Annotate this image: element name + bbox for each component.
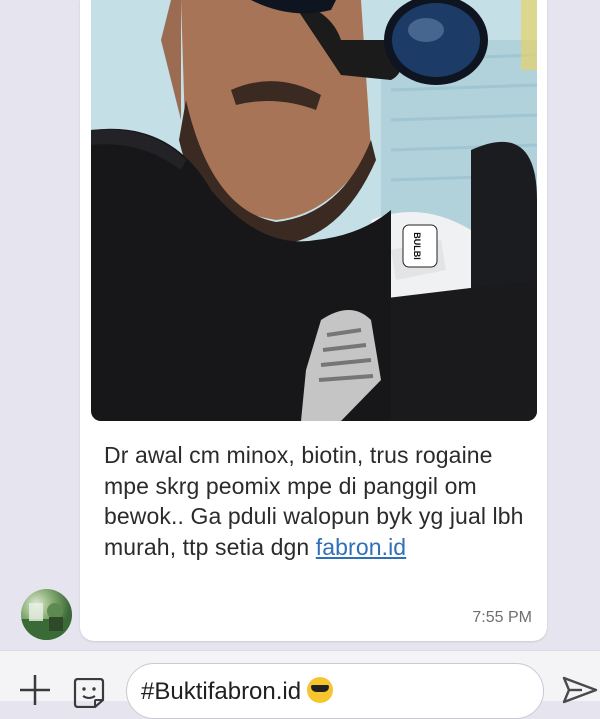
avatar-image xyxy=(21,603,72,640)
message-link[interactable]: fabron.id xyxy=(316,534,406,560)
photo-badge: BULBI xyxy=(402,224,438,268)
plus-icon[interactable] xyxy=(18,673,52,707)
message-photo[interactable]: BULBI xyxy=(91,0,537,421)
input-value: #Buktifabron.id xyxy=(141,678,302,705)
sunglasses-emoji-icon xyxy=(307,677,334,703)
svg-text:BULBI: BULBI xyxy=(412,232,422,260)
photo-image: BULBI xyxy=(91,0,537,421)
message-bubble[interactable]: BULBI Dr awal cm minox, biotin, trus rog… xyxy=(80,0,547,641)
sticker-icon[interactable] xyxy=(72,677,106,709)
sender-avatar[interactable] xyxy=(21,589,72,640)
chat-area: BULBI Dr awal cm minox, biotin, trus rog… xyxy=(0,0,600,650)
message-input[interactable]: #Buktifabron.id xyxy=(126,663,544,719)
message-timestamp: 7:55 PM xyxy=(472,609,532,626)
send-icon[interactable] xyxy=(562,675,598,705)
message-body: Dr awal cm minox, biotin, trus rogaine m… xyxy=(104,442,524,560)
message-text: Dr awal cm minox, biotin, trus rogaine m… xyxy=(104,440,524,562)
message-input-text[interactable]: #Buktifabron.id xyxy=(141,677,334,706)
message-composer: #Buktifabron.id xyxy=(0,650,600,719)
